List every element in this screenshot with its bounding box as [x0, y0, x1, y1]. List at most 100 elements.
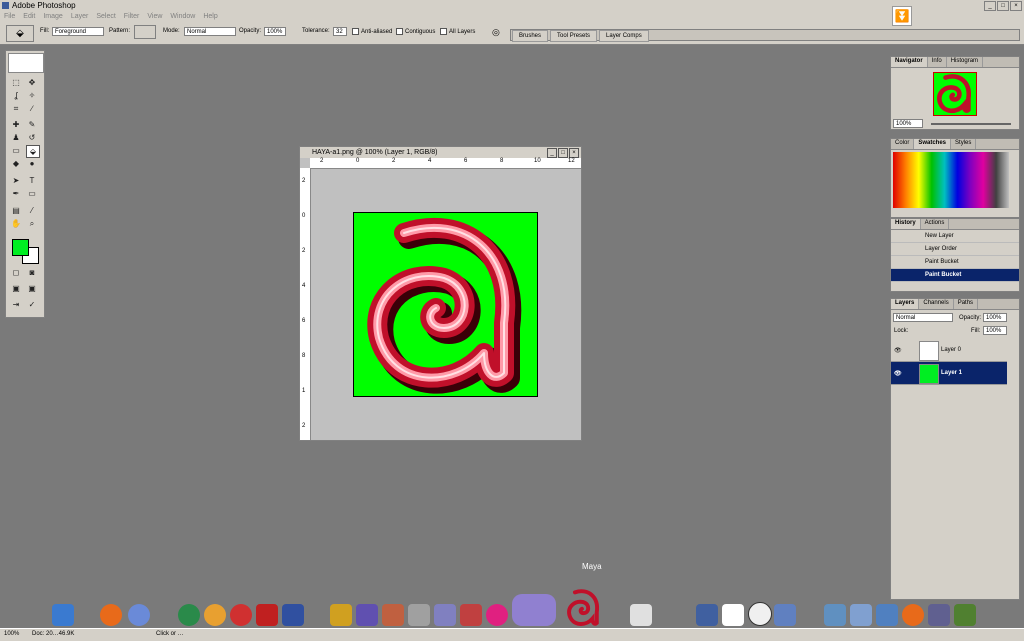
menu-file[interactable]: File: [4, 11, 15, 22]
shape-tool-icon[interactable]: ▭: [26, 188, 38, 199]
document-titlebar[interactable]: HAYA-a1.png @ 100% (Layer 1, RGB/8) _ □ …: [300, 147, 581, 158]
tool-preset-picker[interactable]: ⬙: [6, 25, 34, 42]
marquee-tool-icon[interactable]: ⬚: [10, 77, 22, 88]
brush-tool-icon[interactable]: ✎: [26, 119, 38, 130]
palette-well-layer-comps[interactable]: Layer Comps: [599, 30, 649, 42]
app-icon[interactable]: [850, 604, 872, 626]
database-icon[interactable]: [774, 604, 796, 626]
notes-tool-icon[interactable]: ▤: [10, 205, 22, 216]
close-button[interactable]: ×: [1010, 1, 1022, 11]
full-screen-icon[interactable]: ▣: [26, 283, 38, 294]
pattern-picker[interactable]: [134, 25, 156, 39]
blur-tool-icon[interactable]: ◆: [10, 158, 22, 169]
fill-select[interactable]: Foreground: [52, 27, 104, 36]
app-icon[interactable]: [356, 604, 378, 626]
history-item[interactable]: Layer Order: [891, 243, 1019, 256]
menu-filter[interactable]: Filter: [124, 11, 140, 22]
maximize-button[interactable]: □: [997, 1, 1009, 11]
history-item[interactable]: New Layer: [891, 230, 1019, 243]
tab-navigator[interactable]: Navigator: [891, 57, 928, 67]
teapot-icon[interactable]: [512, 594, 556, 626]
app-icon[interactable]: [434, 604, 456, 626]
layer-row-selected[interactable]: 👁 Layer 1: [891, 362, 1007, 385]
path-select-icon[interactable]: ➤: [10, 175, 22, 186]
doc-close-button[interactable]: ×: [569, 148, 579, 158]
history-brush-icon[interactable]: ↺: [26, 132, 38, 143]
standard-mode-icon[interactable]: ◻: [10, 267, 22, 278]
tab-info[interactable]: Info: [928, 57, 947, 67]
tab-history[interactable]: History: [891, 219, 921, 229]
history-item[interactable]: Paint Bucket: [891, 256, 1019, 269]
layer-row[interactable]: 👁 Layer 0: [891, 339, 1007, 362]
folder-icon[interactable]: [928, 604, 950, 626]
menu-layer[interactable]: Layer: [71, 11, 89, 22]
folder-icon[interactable]: [52, 604, 74, 626]
app-icon[interactable]: [382, 604, 404, 626]
tab-styles[interactable]: Styles: [951, 139, 977, 149]
app-icon[interactable]: [460, 604, 482, 626]
app-icon[interactable]: [408, 604, 430, 626]
maya-icon[interactable]: [564, 588, 604, 628]
download-arrow-icon[interactable]: ⏬: [892, 6, 912, 26]
tab-actions[interactable]: Actions: [921, 219, 950, 229]
layer-fill-input[interactable]: 100%: [983, 326, 1007, 335]
navigator-zoom-input[interactable]: 100%: [893, 119, 923, 128]
menu-view[interactable]: View: [147, 11, 162, 22]
clock-icon[interactable]: [748, 602, 772, 626]
eye-icon[interactable]: 👁: [894, 347, 902, 354]
tab-histogram[interactable]: Histogram: [947, 57, 984, 67]
jump-to-imageready-icon[interactable]: ⇥: [10, 299, 22, 310]
mode-select[interactable]: Normal: [184, 27, 236, 36]
menu-image[interactable]: Image: [43, 11, 62, 22]
imageready-icon[interactable]: ✓: [26, 299, 38, 310]
hand-tool-icon[interactable]: ✋: [10, 218, 22, 229]
eraser-tool-icon[interactable]: ▭: [10, 145, 22, 156]
firefox-icon[interactable]: [100, 604, 122, 626]
dodge-tool-icon[interactable]: ●: [26, 158, 38, 169]
type-tool-icon[interactable]: T: [26, 175, 38, 186]
move-tool-icon[interactable]: ✥: [26, 77, 38, 88]
doc-minimize-button[interactable]: _: [547, 148, 557, 158]
status-zoom[interactable]: 100%: [4, 631, 19, 637]
app-icon[interactable]: [230, 604, 252, 626]
image-canvas[interactable]: [353, 212, 538, 397]
screen-mode-icon[interactable]: ▣: [10, 283, 22, 294]
tab-swatches[interactable]: Swatches: [914, 139, 952, 149]
pencil-icon[interactable]: [630, 604, 652, 626]
media-player-icon[interactable]: [178, 604, 200, 626]
eye-icon[interactable]: 👁: [894, 370, 902, 377]
app-icon[interactable]: [330, 604, 352, 626]
tab-paths[interactable]: Paths: [954, 299, 979, 309]
firefox-icon[interactable]: [902, 604, 924, 626]
browser-icon[interactable]: [128, 604, 150, 626]
lasso-tool-icon[interactable]: ʆ: [10, 90, 22, 101]
calendar-icon[interactable]: [722, 604, 744, 626]
contiguous-checkbox[interactable]: Contiguous: [396, 28, 435, 35]
menu-window[interactable]: Window: [170, 11, 195, 22]
monitor-icon[interactable]: [696, 604, 718, 626]
slice-tool-icon[interactable]: ∕: [26, 103, 38, 114]
menu-select[interactable]: Select: [96, 11, 115, 22]
tab-channels[interactable]: Channels: [919, 299, 954, 309]
history-item-selected[interactable]: Paint Bucket: [891, 269, 1019, 282]
network-icon[interactable]: [824, 604, 846, 626]
magic-wand-icon[interactable]: ✧: [26, 90, 38, 101]
zoom-tool-icon[interactable]: ⌕: [26, 218, 38, 229]
tab-color[interactable]: Color: [891, 139, 915, 149]
all-layers-checkbox[interactable]: All Layers: [440, 28, 475, 35]
palette-well-brushes[interactable]: Brushes: [512, 30, 549, 42]
palette-well-tool-presets[interactable]: Tool Presets: [550, 30, 598, 42]
palette-toggle-icon[interactable]: ◎: [492, 27, 504, 39]
doc-maximize-button[interactable]: □: [558, 148, 568, 158]
crop-tool-icon[interactable]: ⌗: [10, 103, 22, 114]
pen-tool-icon[interactable]: ✒: [10, 188, 22, 199]
tolerance-input[interactable]: 32: [333, 27, 347, 36]
navigator-thumbnail[interactable]: [933, 72, 977, 116]
minimize-button[interactable]: _: [984, 1, 996, 11]
app-icon[interactable]: [876, 604, 898, 626]
app-icon[interactable]: [256, 604, 278, 626]
app-icon[interactable]: [282, 604, 304, 626]
app-icon[interactable]: [954, 604, 976, 626]
eyedropper-icon[interactable]: ⁄: [26, 205, 38, 216]
healing-brush-icon[interactable]: ✚: [10, 119, 22, 130]
